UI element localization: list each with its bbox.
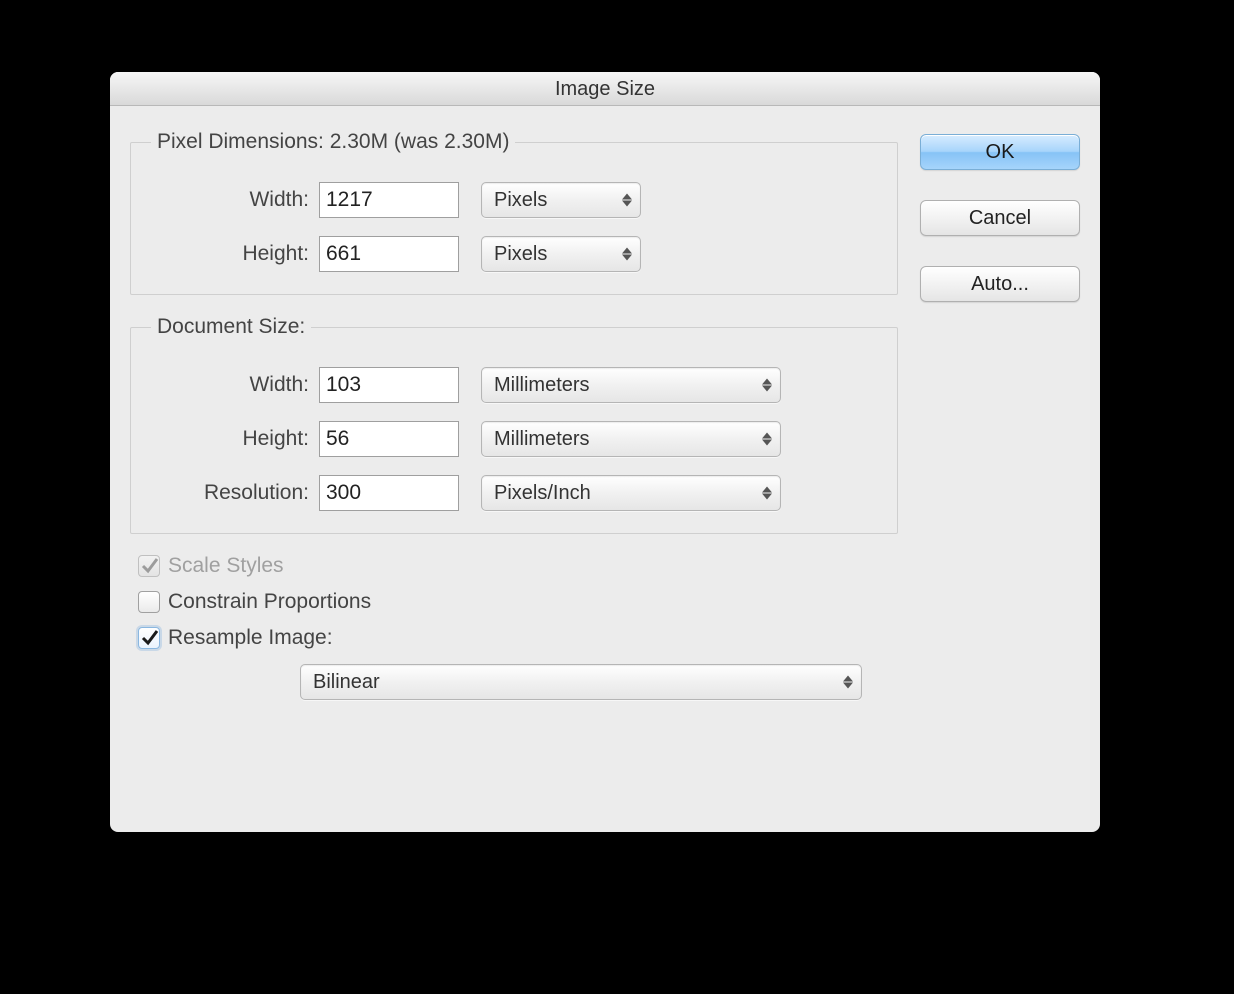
stepper-arrows-icon	[762, 487, 772, 500]
pixel-height-unit-select[interactable]: Pixels	[481, 236, 641, 272]
resolution-unit-select[interactable]: Pixels/Inch	[481, 475, 781, 511]
constrain-proportions-label: Constrain Proportions	[168, 590, 371, 614]
resample-image-checkbox[interactable]	[138, 627, 160, 649]
ok-button[interactable]: OK	[920, 134, 1080, 170]
pixel-width-unit-value: Pixels	[494, 189, 547, 212]
window-title: Image Size	[110, 72, 1100, 106]
resolution-label: Resolution:	[151, 481, 319, 505]
pixel-dimensions-legend: Pixel Dimensions: 2.30M (was 2.30M)	[151, 130, 515, 154]
constrain-proportions-row[interactable]: Constrain Proportions	[138, 590, 898, 614]
pixel-width-label: Width:	[151, 188, 319, 212]
scale-styles-checkbox	[138, 555, 160, 577]
resample-image-row[interactable]: Resample Image:	[138, 626, 898, 650]
constrain-proportions-checkbox[interactable]	[138, 591, 160, 613]
image-size-dialog: Image Size Pixel Dimensions: 2.30M (was …	[110, 72, 1100, 832]
doc-width-label: Width:	[151, 373, 319, 397]
auto-button[interactable]: Auto...	[920, 266, 1080, 302]
doc-width-unit-select[interactable]: Millimeters	[481, 367, 781, 403]
resample-method-select[interactable]: Bilinear	[300, 664, 862, 700]
doc-width-input[interactable]	[319, 367, 459, 403]
stepper-arrows-icon	[622, 194, 632, 207]
pixel-height-input[interactable]	[319, 236, 459, 272]
cancel-button[interactable]: Cancel	[920, 200, 1080, 236]
doc-width-unit-value: Millimeters	[494, 374, 590, 397]
pixel-dimensions-group: Pixel Dimensions: 2.30M (was 2.30M) Widt…	[130, 130, 898, 295]
doc-height-unit-value: Millimeters	[494, 428, 590, 451]
document-size-legend: Document Size:	[151, 315, 311, 339]
scale-styles-row: Scale Styles	[138, 554, 898, 578]
resolution-input[interactable]	[319, 475, 459, 511]
stepper-arrows-icon	[622, 248, 632, 261]
stepper-arrows-icon	[762, 379, 772, 392]
stepper-arrows-icon	[843, 676, 853, 689]
pixel-width-input[interactable]	[319, 182, 459, 218]
scale-styles-label: Scale Styles	[168, 554, 284, 578]
resample-image-label: Resample Image:	[168, 626, 333, 650]
pixel-height-label: Height:	[151, 242, 319, 266]
doc-height-input[interactable]	[319, 421, 459, 457]
resolution-unit-value: Pixels/Inch	[494, 482, 591, 505]
document-size-group: Document Size: Width: Millimeters Height…	[130, 315, 898, 534]
pixel-height-unit-value: Pixels	[494, 243, 547, 266]
pixel-width-unit-select[interactable]: Pixels	[481, 182, 641, 218]
resample-method-value: Bilinear	[313, 671, 380, 694]
doc-height-label: Height:	[151, 427, 319, 451]
doc-height-unit-select[interactable]: Millimeters	[481, 421, 781, 457]
stepper-arrows-icon	[762, 433, 772, 446]
